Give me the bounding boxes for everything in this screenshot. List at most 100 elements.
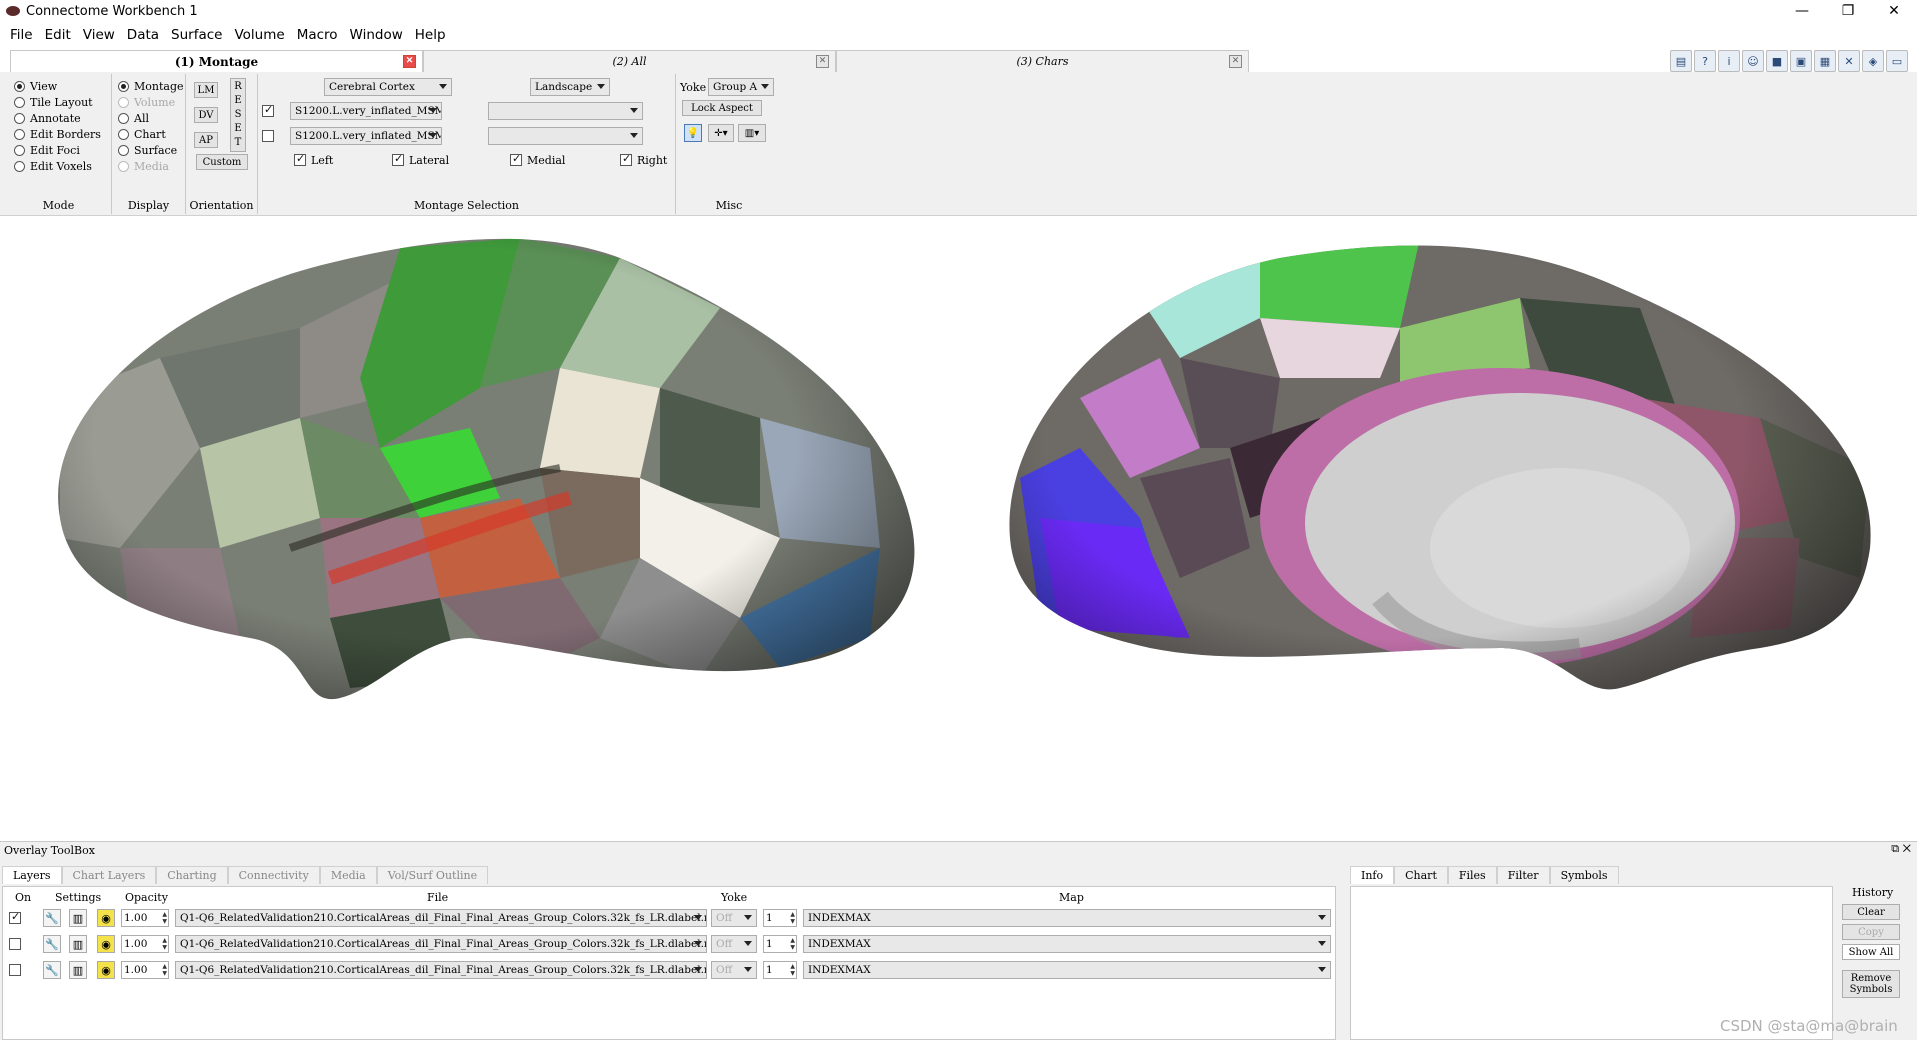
tab-chart[interactable]: Chart bbox=[1394, 866, 1448, 884]
mode-edit-voxels-radio[interactable]: Edit Voxels bbox=[14, 158, 101, 174]
layer-on-checkbox[interactable] bbox=[9, 910, 21, 924]
surface2-select[interactable]: S1200.L.very_inflated_MSMAll.32k_fs_LR bbox=[290, 127, 442, 145]
montage-left-checkbox[interactable]: Left bbox=[294, 152, 333, 168]
lock-aspect-button[interactable]: Lock Aspect bbox=[682, 100, 762, 116]
head-icon[interactable]: ☺ bbox=[1742, 50, 1764, 72]
clear-button[interactable]: Clear bbox=[1842, 904, 1900, 920]
tab-media[interactable]: Media bbox=[319, 866, 377, 884]
toolbox-icon[interactable]: ▭ bbox=[1886, 50, 1908, 72]
tab-files[interactable]: Files bbox=[1447, 866, 1497, 884]
layout-select[interactable]: Landscape bbox=[530, 78, 610, 96]
menu-view[interactable]: View bbox=[77, 27, 121, 43]
layer-yoke-select[interactable]: Off bbox=[711, 935, 757, 953]
tools-icon[interactable]: ✕ bbox=[1838, 50, 1860, 72]
surface2-secondary-select[interactable] bbox=[488, 127, 643, 145]
orientation-ap-button[interactable]: AP bbox=[194, 132, 218, 148]
wrench-icon[interactable]: 🔧 bbox=[43, 961, 61, 979]
label-icon[interactable]: ◉ bbox=[97, 935, 115, 953]
layers-icon[interactable]: ◈ bbox=[1862, 50, 1884, 72]
custom-view-button[interactable]: Custom bbox=[196, 154, 248, 170]
mode-edit-foci-radio[interactable]: Edit Foci bbox=[14, 142, 101, 158]
help-icon[interactable]: ? bbox=[1694, 50, 1716, 72]
display-montage-radio[interactable]: Montage bbox=[118, 78, 184, 94]
tab-chars-close-icon[interactable]: ✕ bbox=[1229, 55, 1242, 68]
tab-chars[interactable]: (3) Chars ✕ bbox=[836, 50, 1249, 72]
menu-volume[interactable]: Volume bbox=[228, 27, 290, 43]
layer-yoke-select[interactable]: Off bbox=[711, 909, 757, 927]
display-chart-radio[interactable]: Chart bbox=[118, 126, 184, 142]
display-surface-radio[interactable]: Surface bbox=[118, 142, 184, 158]
tab-info[interactable]: Info bbox=[1350, 866, 1395, 884]
label-icon[interactable]: ◉ bbox=[97, 961, 115, 979]
tab-chart-layers[interactable]: Chart Layers bbox=[61, 866, 157, 884]
layer-map-select[interactable]: INDEXMAX bbox=[803, 909, 1331, 927]
orientation-dv-button[interactable]: DV bbox=[194, 107, 218, 123]
layer-file-select[interactable]: Q1-Q6_RelatedValidation210.CorticalAreas… bbox=[175, 961, 707, 979]
opacity-spinbox[interactable]: 1.00 ▲ ▼ bbox=[121, 961, 169, 979]
tab-layers[interactable]: Layers bbox=[2, 866, 62, 884]
tab-montage-close-icon[interactable]: ✕ bbox=[403, 55, 416, 68]
palette-icon[interactable]: ▥ bbox=[69, 961, 87, 979]
map-index-spinbox[interactable]: 1 ▲ ▼ bbox=[763, 909, 797, 927]
close-window-button[interactable]: ✕ bbox=[1871, 0, 1917, 22]
surface2-checkbox[interactable] bbox=[262, 130, 274, 142]
menu-macro[interactable]: Macro bbox=[291, 27, 344, 43]
tab-all-close-icon[interactable]: ✕ bbox=[816, 55, 829, 68]
menu-file[interactable]: File bbox=[4, 27, 39, 43]
layer-on-checkbox[interactable] bbox=[9, 964, 21, 976]
reset-button[interactable]: R E S E T bbox=[230, 78, 246, 152]
orientation-lm-button[interactable]: LM bbox=[194, 82, 218, 98]
tab-all[interactable]: (2) All ✕ bbox=[423, 50, 836, 72]
capture-icon[interactable]: ▣ bbox=[1790, 50, 1812, 72]
ruler-icon[interactable]: ▥▾ bbox=[738, 124, 766, 142]
surface1-select[interactable]: S1200.L.very_inflated_MSMAll.32k_fs_LR bbox=[290, 102, 442, 120]
mode-tile-layout-radio[interactable]: Tile Layout bbox=[14, 94, 101, 110]
tab-montage[interactable]: (1) Montage ✕ bbox=[10, 50, 423, 72]
tab-symbols[interactable]: Symbols bbox=[1549, 866, 1619, 884]
scene-icon[interactable]: ▦ bbox=[1814, 50, 1836, 72]
structure-select[interactable]: Cerebral Cortex bbox=[324, 78, 452, 96]
toolbox-float-close-icon[interactable]: ⧉ ✕ bbox=[1891, 842, 1911, 856]
layer-file-select[interactable]: Q1-Q6_RelatedValidation210.CorticalAreas… bbox=[175, 935, 707, 953]
maximize-button[interactable]: ❐ bbox=[1825, 0, 1871, 22]
mode-annotate-radio[interactable]: Annotate bbox=[14, 110, 101, 126]
tab-charting[interactable]: Charting bbox=[156, 866, 228, 884]
yoke-select[interactable]: Group A bbox=[708, 78, 774, 96]
layer-on-checkbox[interactable] bbox=[9, 938, 21, 950]
montage-right-checkbox[interactable]: Right bbox=[620, 152, 667, 168]
layer-yoke-select[interactable]: Off bbox=[711, 961, 757, 979]
show-all-spinbox[interactable]: Show All bbox=[1842, 944, 1900, 960]
map-index-spinbox[interactable]: 1 ▲ ▼ bbox=[763, 935, 797, 953]
menu-surface[interactable]: Surface bbox=[165, 27, 228, 43]
remove-symbols-button[interactable]: Remove Symbols bbox=[1842, 970, 1900, 998]
opacity-spinbox[interactable]: 1.00 ▲ ▼ bbox=[121, 909, 169, 927]
menu-window[interactable]: Window bbox=[344, 27, 409, 43]
wrench-icon[interactable]: 🔧 bbox=[43, 935, 61, 953]
identify-icon[interactable]: i bbox=[1718, 50, 1740, 72]
mode-view-radio[interactable]: View bbox=[14, 78, 101, 94]
palette-icon[interactable]: ▥ bbox=[69, 935, 87, 953]
minimize-button[interactable]: — bbox=[1779, 0, 1825, 22]
wrench-icon[interactable]: 🔧 bbox=[43, 909, 61, 927]
lighting-icon[interactable]: 💡 bbox=[684, 124, 702, 142]
surface1-secondary-select[interactable] bbox=[488, 102, 643, 120]
surface1-checkbox[interactable] bbox=[262, 103, 274, 117]
info-panel-icon[interactable]: ▤ bbox=[1670, 50, 1692, 72]
montage-viewport[interactable] bbox=[0, 218, 1917, 840]
montage-lateral-checkbox[interactable]: Lateral bbox=[392, 152, 449, 168]
palette-icon[interactable]: ▥ bbox=[69, 909, 87, 927]
tab-vol-surf-outline[interactable]: Vol/Surf Outline bbox=[376, 866, 489, 884]
layer-map-select[interactable]: INDEXMAX bbox=[803, 935, 1331, 953]
mode-edit-borders-radio[interactable]: Edit Borders bbox=[14, 126, 101, 142]
layer-map-select[interactable]: INDEXMAX bbox=[803, 961, 1331, 979]
menu-data[interactable]: Data bbox=[121, 27, 165, 43]
map-index-spinbox[interactable]: 1 ▲ ▼ bbox=[763, 961, 797, 979]
menu-edit[interactable]: Edit bbox=[39, 27, 77, 43]
menu-help[interactable]: Help bbox=[409, 27, 452, 43]
display-all-radio[interactable]: All bbox=[118, 110, 184, 126]
tab-connectivity[interactable]: Connectivity bbox=[227, 866, 320, 884]
label-icon[interactable]: ◉ bbox=[97, 909, 115, 927]
layer-file-select[interactable]: Q1-Q6_RelatedValidation210.CorticalAreas… bbox=[175, 909, 707, 927]
montage-medial-checkbox[interactable]: Medial bbox=[510, 152, 565, 168]
movie-icon[interactable]: ■ bbox=[1766, 50, 1788, 72]
